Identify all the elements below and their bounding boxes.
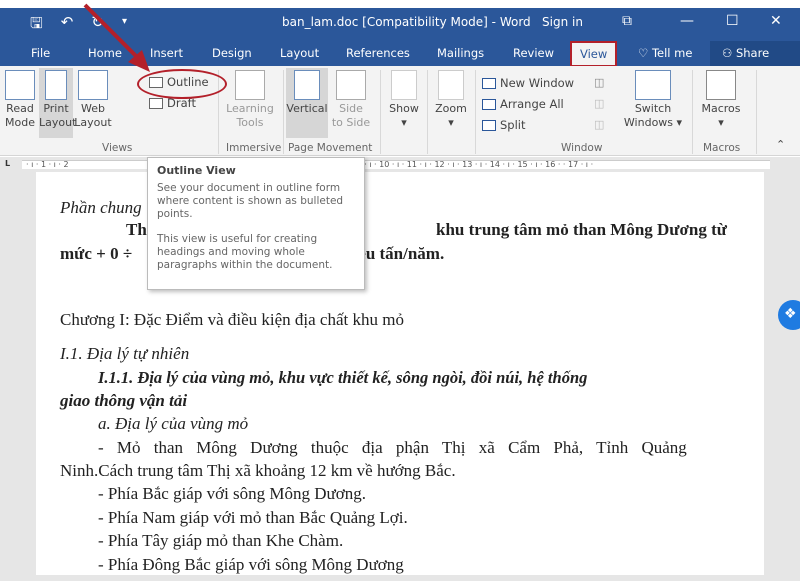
web-layout-label-1: Web <box>81 102 105 115</box>
ruler-track[interactable]: · ı · 1 · ı · 2 8 · ı · 9 · ı · 10 · ı ·… <box>22 160 770 169</box>
read-mode-label-1: Read <box>6 102 34 115</box>
doc-line-paragraph-1: - Mỏ than Mông Dương thuộc địa phận Thị … <box>98 438 687 457</box>
document-page[interactable]: Phần chung Thiết khu trung tâm mỏ than M… <box>36 172 764 575</box>
doc-line-paragraph-2: Ninh.Cách trung tâm Thị xã khoảng 12 km … <box>60 461 456 480</box>
dropbox-badge-icon[interactable]: ❖ <box>778 300 800 330</box>
doc-line-bullet-north: - Phía Bắc giáp với sông Mông Dương. <box>98 484 367 503</box>
doc-line-bullet-west: - Phía Tây giáp mỏ than Khe Chàm. <box>98 531 344 550</box>
tab-selector-icon[interactable]: L <box>5 159 10 168</box>
horizontal-ruler: L · ı · 1 · ı · 2 8 · ı · 9 · ı · 10 · ı… <box>0 157 800 172</box>
doc-line-part-heading: Phần chung <box>60 198 142 217</box>
doc-line-title-2a: mức + 0 ÷ <box>60 244 133 263</box>
window-group-label: Window <box>561 142 603 154</box>
page-movement-group-label: Page Movement <box>288 142 373 154</box>
show-label: Show <box>389 102 419 115</box>
side-label-1: Side <box>339 102 363 115</box>
tooltip-title: Outline View <box>157 164 236 177</box>
arrange-all-icon <box>482 98 496 110</box>
doc-line-bullet-south: - Phía Nam giáp với mỏ than Bắc Quảng Lợ… <box>98 508 408 527</box>
side-label-2: to Side <box>331 116 371 129</box>
tooltip-description: See your document in outline form where … <box>157 182 344 220</box>
print-layout-label-2: Layout <box>39 116 77 129</box>
web-layout-label-2: Layout <box>74 116 112 129</box>
chevron-down-icon: ▾ <box>448 116 454 129</box>
macros-label: Macros <box>701 102 741 115</box>
annotation-arrow-icon <box>83 3 150 72</box>
ruler-ticks-right: 8 · ı · 9 · ı · 10 · ı · 11 · ı · 12 · ı… <box>334 160 594 169</box>
zoom-label: Zoom <box>435 102 467 115</box>
chevron-down-icon: ▾ <box>673 116 683 129</box>
switch-windows-label-2: Windows <box>623 116 674 129</box>
vertical-scrollbar-area[interactable] <box>766 172 800 581</box>
doc-line-subsection-cont: giao thông vận tải <box>60 391 188 410</box>
macros-group-label: Macros <box>703 142 741 154</box>
chevron-down-icon: ▾ <box>718 116 724 129</box>
doc-line-chapter: Chương I: Đặc Điểm và điều kiện địa chất… <box>60 310 404 329</box>
doc-line-bullet-northeast: - Phía Đông Bắc giáp với sông Mông Dương <box>98 555 404 574</box>
chevron-down-icon: ▾ <box>401 116 407 129</box>
outline-view-tooltip: Outline View See your document in outlin… <box>147 157 365 290</box>
doc-line-title-1b: khu trung tâm mỏ than Mông Dương từ <box>436 220 727 239</box>
split-button[interactable]: Split <box>482 118 526 132</box>
doc-line-item-a: a. Địa lý của vùng mỏ <box>98 414 249 433</box>
tooltip-usage: This view is useful for creating heading… <box>157 233 333 271</box>
doc-line-section: I.1. Địa lý tự nhiên <box>60 344 190 363</box>
split-label: Split <box>500 118 526 132</box>
ruler-ticks-left: · ı · 1 · ı · 2 <box>26 160 69 169</box>
switch-windows-label-1: Switch <box>634 102 672 115</box>
immersive-group-label: Immersive <box>226 142 282 154</box>
read-mode-label-2: Mode <box>5 116 35 129</box>
reset-window-position-icon[interactable]: ◫ <box>594 118 604 131</box>
doc-line-subsection: I.1.1. Địa lý của vùng mỏ, khu vực thiết… <box>98 368 588 387</box>
print-layout-label-1: Print <box>43 102 69 115</box>
document-area: Phần chung Thiết khu trung tâm mỏ than M… <box>0 172 800 581</box>
vertical-label: Vertical <box>286 102 328 115</box>
views-group-label: Views <box>102 142 133 154</box>
collapse-ribbon-icon[interactable]: ⌃ <box>776 138 785 151</box>
split-icon <box>482 119 496 131</box>
learning-tools-label-1: Learning <box>226 102 274 115</box>
learning-tools-label-2: Tools <box>236 116 264 129</box>
